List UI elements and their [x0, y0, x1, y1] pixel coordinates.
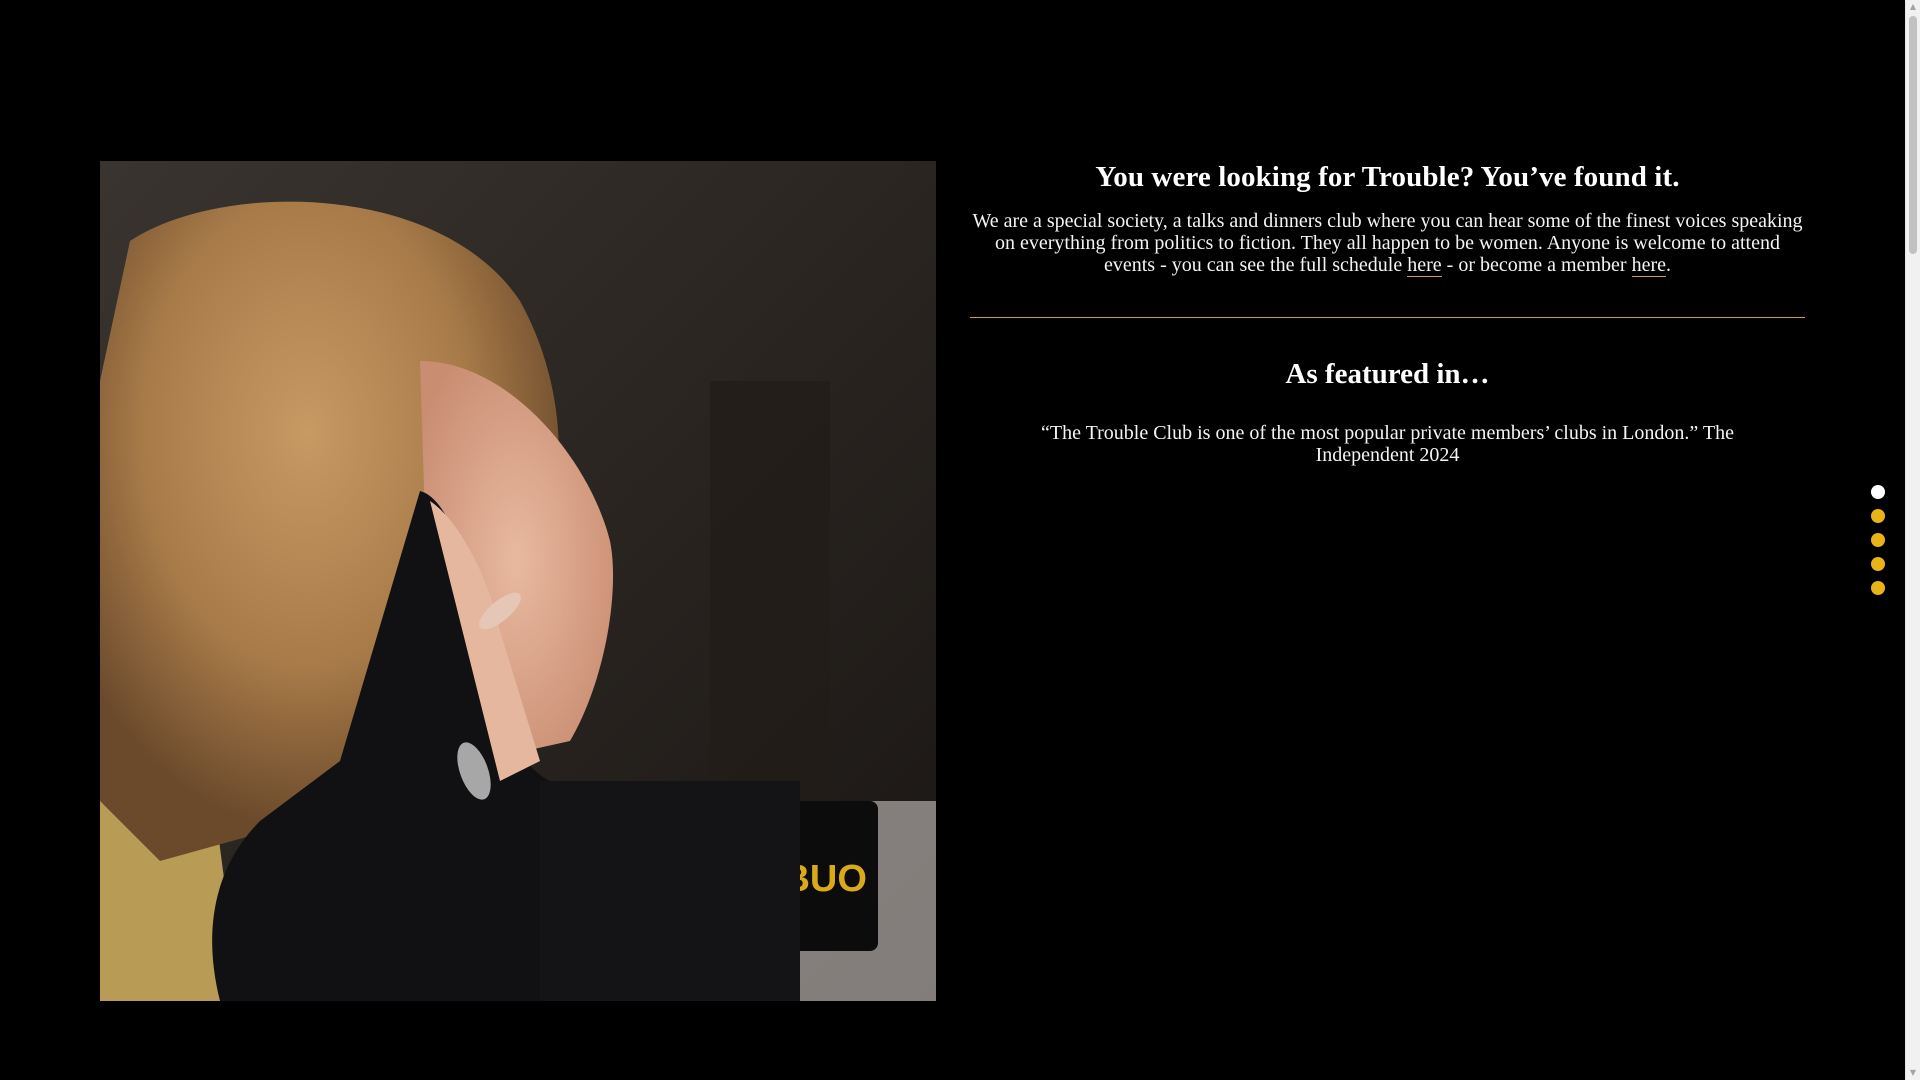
section-dot-4[interactable] — [1871, 557, 1885, 571]
intro-text: We are a special society, a talks and di… — [972, 209, 1803, 276]
intro-text-end: . — [1666, 253, 1671, 276]
scrollbar-thumb[interactable] — [1909, 16, 1917, 254]
section-dot-1[interactable] — [1871, 485, 1885, 499]
vertical-scrollbar[interactable]: ▲ ▼ — [1905, 0, 1920, 1080]
section-nav-dots — [1871, 485, 1885, 605]
scroll-down-arrow-icon[interactable]: ▼ — [1906, 1066, 1920, 1080]
section-dot-5[interactable] — [1871, 581, 1885, 595]
section-divider — [970, 316, 1805, 318]
featured-heading: As featured in… — [1285, 357, 1490, 390]
section-dot-2[interactable] — [1871, 509, 1885, 523]
intro-section: You were looking for Trouble? You’ve fou… — [970, 158, 1805, 466]
scroll-up-arrow-icon[interactable]: ▲ — [1906, 0, 1920, 14]
photo-illustration: UBUO — [100, 161, 936, 1001]
intro-paragraph: We are a special society, a talks and di… — [970, 209, 1805, 277]
press-quote: “The Trouble Club is one of the most pop… — [1040, 421, 1735, 466]
membership-link[interactable]: here — [1631, 253, 1666, 277]
section-dot-3[interactable] — [1871, 533, 1885, 547]
hero-photo: UBUO — [100, 161, 936, 1001]
schedule-link[interactable]: here — [1407, 253, 1442, 277]
intro-text-middle: - or become a member — [1441, 253, 1632, 276]
page-title: You were looking for Trouble? You’ve fou… — [1095, 161, 1680, 193]
page: UBUO You were looking for Trouble? You’v… — [0, 0, 1920, 1080]
